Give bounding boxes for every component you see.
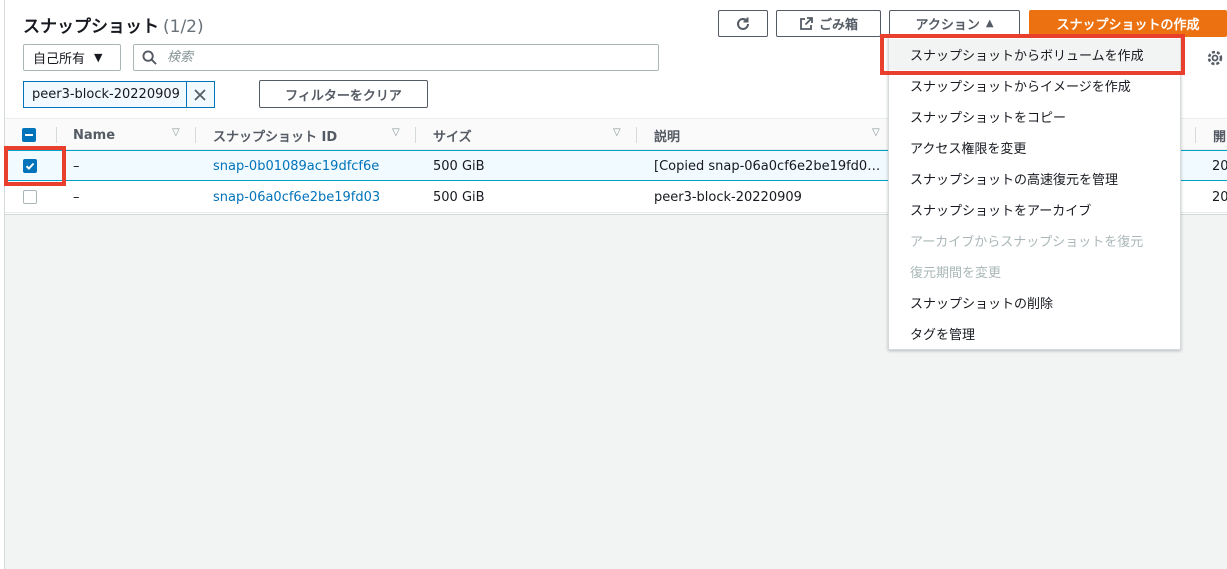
owner-filter-select[interactable]: 自己所有 ▼ [23, 44, 121, 71]
menu-item-copy-snapshot[interactable]: スナップショットをコピー [889, 101, 1180, 132]
menu-item-change-restore-period: 復元期間を変更 [910, 266, 1002, 281]
indeterminate-checkbox-icon [22, 128, 36, 142]
clear-filters-label: フィルターをクリア [285, 88, 402, 104]
checkbox-highlight-annotation [4, 146, 66, 186]
cell-started: 20 [1212, 189, 1227, 205]
column-header-started[interactable]: 開 [1213, 119, 1226, 151]
recycle-bin-label: ごみ箱 [818, 18, 858, 33]
menu-item-modify-permissions[interactable]: アクセス権限を変更 [889, 132, 1180, 163]
refresh-button[interactable] [718, 10, 768, 37]
menu-item-archive[interactable]: スナップショットをアーカイブ [889, 194, 1180, 225]
cell-snapshot-id-link[interactable]: snap-0b01089ac19dfcf6e [213, 151, 379, 181]
create-snapshot-label: スナップショットの作成 [1056, 18, 1200, 33]
recycle-bin-button[interactable]: ごみ箱 [776, 10, 881, 37]
row-checkbox[interactable] [23, 182, 37, 212]
menu-item-delete-snapshot[interactable]: スナップショットの削除 [889, 287, 1180, 318]
cell-size: 500 GiB [433, 158, 485, 174]
sort-icon[interactable]: ▽ [172, 127, 180, 138]
actions-label: アクション [915, 18, 980, 33]
cell-name: – [73, 158, 80, 174]
menu-item-fast-restore[interactable]: スナップショットの高速復元を管理 [889, 163, 1180, 194]
cell-name: – [73, 189, 80, 205]
caret-down-icon: ▼ [94, 51, 103, 64]
cell-description: peer3-block-20220909 [654, 189, 802, 205]
column-divider [56, 127, 57, 143]
caret-up-icon: ▲ [985, 18, 994, 29]
filter-token-label: peer3-block-20220909 [32, 87, 180, 102]
filter-token: peer3-block-20220909 [23, 81, 215, 108]
actions-dropdown-menu: スナップショットからボリュームを作成 スナップショットからイメージを作成 スナッ… [888, 36, 1181, 350]
page-title: スナップショット (1/2) [23, 12, 204, 37]
sort-icon[interactable]: ▽ [392, 127, 400, 138]
column-header-size[interactable]: サイズ [433, 119, 472, 151]
clear-filters-button[interactable]: フィルターをクリア [259, 80, 428, 108]
cell-description: [Copied snap-06a0cf6e2be19fd0… [654, 158, 881, 174]
sort-icon[interactable]: ▽ [872, 127, 880, 138]
empty-checkbox-icon [23, 190, 37, 204]
column-divider [1195, 127, 1196, 143]
cell-started: 20 [1212, 158, 1227, 174]
search-icon [142, 50, 157, 65]
remove-filter-close-icon[interactable] [185, 82, 214, 107]
column-header-description[interactable]: 説明 [654, 119, 680, 151]
column-divider [636, 127, 637, 143]
external-link-icon [800, 16, 813, 30]
column-divider [415, 127, 416, 143]
menu-item-manage-tags[interactable]: タグを管理 [889, 318, 1180, 349]
column-divider [195, 127, 196, 143]
search-input[interactable] [167, 50, 647, 65]
refresh-icon [737, 17, 749, 30]
sort-icon[interactable]: ▽ [613, 127, 621, 138]
settings-gear-icon[interactable] [1206, 49, 1224, 71]
selection-count: (1/2) [163, 17, 204, 37]
cell-size: 500 GiB [433, 189, 485, 205]
menu-item-restore-from-archive: アーカイブからスナップショットを復元 [910, 235, 1144, 250]
column-header-name[interactable]: Name [73, 119, 115, 151]
page-title-text: スナップショット [23, 17, 159, 37]
column-header-snapshot-id[interactable]: スナップショット ID [213, 119, 337, 151]
actions-button[interactable]: アクション ▲ [889, 10, 1020, 37]
create-snapshot-button[interactable]: スナップショットの作成 [1029, 10, 1227, 37]
owner-filter-value: 自己所有 [33, 52, 86, 67]
menu-item-highlight-annotation [880, 34, 1185, 75]
search-field[interactable] [133, 44, 659, 71]
cell-snapshot-id-link[interactable]: snap-06a0cf6e2be19fd03 [213, 182, 380, 212]
